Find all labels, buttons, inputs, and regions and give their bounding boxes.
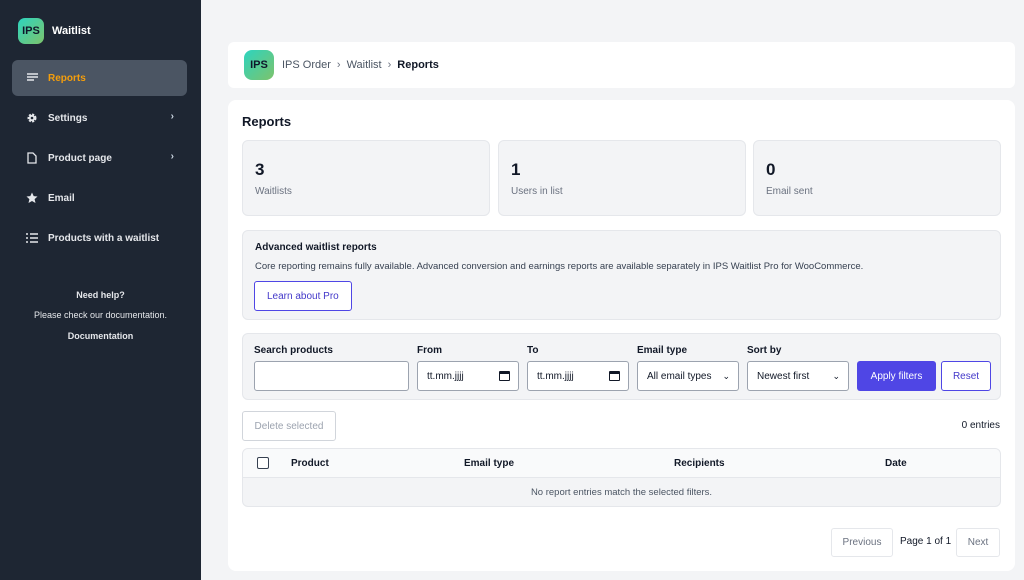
stat-card-users: 1 Users in list [498,140,746,216]
stat-label: Email sent [766,186,813,197]
select-all-checkbox[interactable] [257,457,269,469]
chevron-down-icon: ⌄ [722,371,730,381]
to-label: To [527,345,539,356]
previous-page-button[interactable]: Previous [831,528,893,557]
calendar-icon[interactable] [499,371,510,381]
star-icon [25,191,39,205]
sidebar-item-reports[interactable]: Reports [12,60,187,96]
stat-value: 0 [766,160,776,179]
breadcrumb-item-ips-order[interactable]: IPS Order [282,59,331,71]
empty-table-message: No report entries match the selected fil… [530,487,713,498]
to-date-input[interactable]: tt.mm.jjjj [527,361,629,391]
chevron-down-icon: ⌄ [832,371,840,381]
help-text: Please check our documentation. [33,310,168,320]
sidebar-item-label: Email [48,192,75,204]
lines-icon [25,71,39,85]
breadcrumb-separator: › [387,59,392,71]
promo-text: Core reporting remains fully available. … [255,261,864,272]
page-title: Reports [242,114,292,129]
from-date-input[interactable]: tt.mm.jjjj [417,361,519,391]
delete-selected-button[interactable]: Delete selected [242,411,336,441]
sort-label: Sort by [747,345,782,356]
chevron-right-icon: › [170,111,174,122]
page-info: Page 1 of 1 [900,536,952,547]
from-date-value: tt.mm.jjjj [427,370,464,382]
help-section: Need help? Please check our documentatio… [0,290,201,341]
breadcrumb: IPS Order › Waitlist › Reports [282,59,439,71]
documentation-link[interactable]: Documentation [0,331,201,341]
column-header-email-type[interactable]: Email type [464,458,514,469]
email-type-select[interactable]: All email types ⌄ [637,361,739,391]
breadcrumb-separator: › [336,59,341,71]
reset-button[interactable]: Reset [941,361,991,391]
next-page-button[interactable]: Next [956,528,1000,557]
app-logo: IPS [18,18,44,44]
column-header-date[interactable]: Date [885,458,907,469]
calendar-icon[interactable] [609,371,620,381]
sidebar-item-settings[interactable]: Settings › [12,100,187,136]
breadcrumb-logo: IPS [244,50,274,80]
search-label: Search products [254,345,333,356]
promo-title: Advanced waitlist reports [255,242,377,253]
email-type-value: All email types [647,370,712,382]
stat-value: 3 [255,160,265,179]
stat-label: Users in list [511,186,563,197]
apply-filters-button[interactable]: Apply filters [857,361,936,391]
reports-table: Product Email type Recipients Date No re… [242,448,1001,507]
stat-card-emails-sent: 0 Email sent [753,140,1001,216]
sort-select[interactable]: Newest first ⌄ [747,361,849,391]
breadcrumb-item-reports: Reports [397,59,439,71]
breadcrumb-bar: IPS IPS Order › Waitlist › Reports [228,42,1015,88]
learn-about-pro-button[interactable]: Learn about Pro [254,281,352,311]
pro-promo-box: Advanced waitlist reports Core reporting… [242,230,1001,320]
stat-value: 1 [511,160,521,179]
sidebar: IPS Waitlist Reports Settings › Product … [0,0,201,580]
chevron-right-icon: › [170,151,174,162]
from-label: From [417,345,442,356]
sidebar-brand[interactable]: IPS Waitlist [18,18,91,44]
column-header-product[interactable]: Product [291,458,329,469]
breadcrumb-item-waitlist[interactable]: Waitlist [347,59,382,71]
table-header: Product Email type Recipients Date [243,449,1000,478]
sidebar-nav: Reports Settings › Product page › Email [12,60,187,260]
sidebar-item-label: Products with a waitlist [48,232,160,244]
sidebar-item-label: Settings [48,112,88,124]
sort-value: Newest first [757,370,810,382]
stat-card-waitlists: 3 Waitlists [242,140,490,216]
stat-label: Waitlists [255,186,292,197]
help-title: Need help? [76,290,125,300]
email-type-label: Email type [637,345,688,356]
entries-count: 0 entries [961,420,1000,431]
gear-icon [25,111,39,125]
list-icon [25,231,39,245]
sidebar-item-products-with-waitlist[interactable]: Products with a waitlist [12,220,187,256]
page-icon [25,151,39,165]
to-date-value: tt.mm.jjjj [537,370,574,382]
sidebar-item-product-page[interactable]: Product page › [12,140,187,176]
sidebar-item-label: Reports [48,72,86,84]
column-header-recipients[interactable]: Recipients [674,458,725,469]
app-title: Waitlist [52,25,91,37]
filter-bar: Search products From tt.mm.jjjj To tt.mm… [242,333,1001,400]
sidebar-item-email[interactable]: Email [12,180,187,216]
reports-panel: Reports 3 Waitlists 1 Users in list 0 Em… [228,100,1015,571]
search-input[interactable] [254,361,409,391]
sidebar-item-label: Product page [48,152,112,164]
